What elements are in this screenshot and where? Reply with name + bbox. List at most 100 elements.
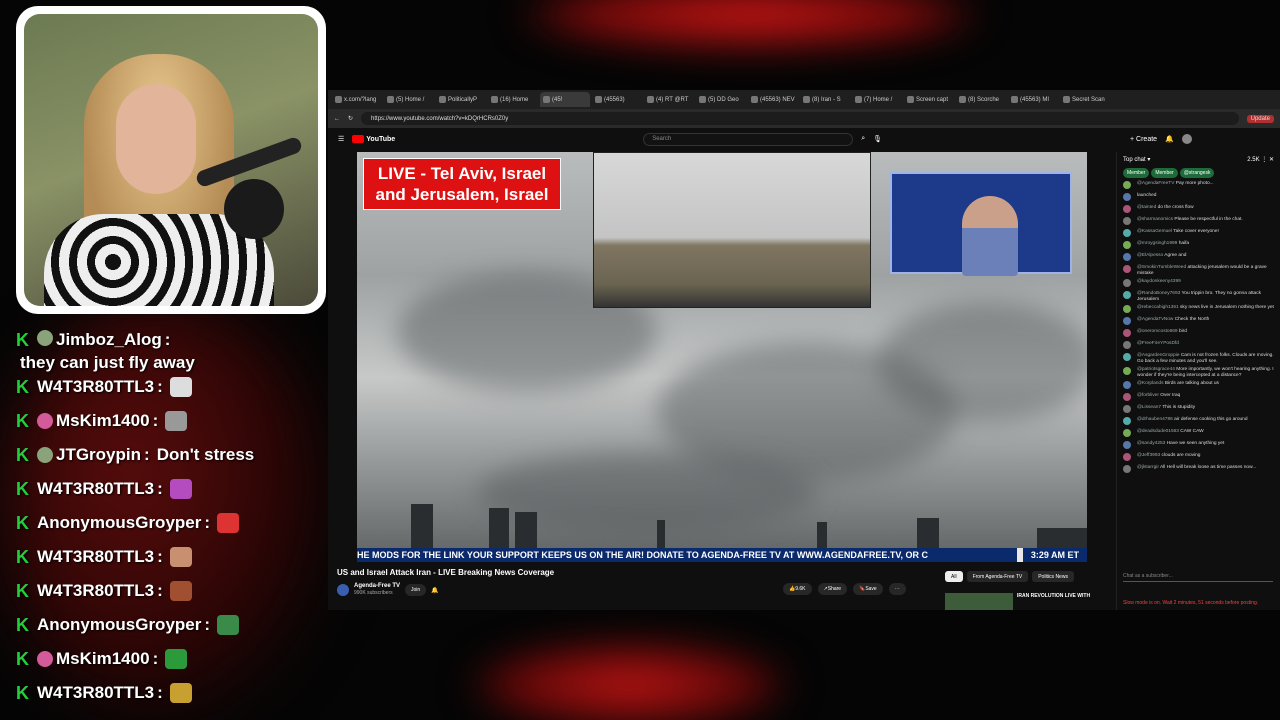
browser-tab[interactable]: (45563) NEV — [748, 92, 798, 107]
chat-author[interactable]: @tainted — [1137, 205, 1156, 210]
browser-tab[interactable]: Screen capt — [904, 92, 954, 107]
browser-tab[interactable]: x.com/?lang — [332, 92, 382, 107]
youtube-logo[interactable]: YouTube — [352, 135, 395, 143]
chat-username: W4T3R80TTL3 — [37, 547, 155, 566]
filter-chip[interactable]: From Agenda-Free TV — [966, 571, 1029, 582]
avatar[interactable] — [1181, 134, 1192, 144]
filter-chip[interactable]: Politics News — [1032, 571, 1074, 582]
browser-tab[interactable]: PoliticallyP — [436, 92, 486, 107]
browser-tab[interactable]: (8) Scorche — [956, 92, 1006, 107]
join-button[interactable]: Join — [405, 584, 427, 596]
chat-author[interactable]: @sandy4253 — [1137, 441, 1165, 446]
chat-author[interactable]: @deadsdude01563 — [1137, 429, 1179, 434]
chat-author[interactable]: @Korplands — [1137, 381, 1163, 386]
favicon-icon — [751, 96, 758, 103]
chat-text: sky news live in Jerusalem nothing there… — [1180, 305, 1274, 310]
reload-icon[interactable]: ↻ — [348, 115, 353, 122]
browser-tab[interactable]: (4) RT @RT — [644, 92, 694, 107]
chat-messages[interactable]: @AgendaFreeTV Pay more photo... launched… — [1117, 180, 1280, 476]
browser-tab[interactable]: (8) Iran - S — [800, 92, 850, 107]
browser-tab[interactable]: (45563) MI — [1008, 92, 1058, 107]
create-button[interactable]: + Create — [1130, 136, 1157, 143]
user-badge-icon — [37, 447, 53, 463]
video-player[interactable]: LIVE - Tel Aviv, Israel and Jerusalem, I… — [357, 152, 1087, 562]
browser-tab[interactable]: (45! — [540, 92, 590, 107]
search-input[interactable]: Search — [643, 132, 854, 146]
related-thumbnail[interactable] — [945, 593, 1013, 610]
chat-username: W4T3R80TTL3 — [37, 377, 155, 396]
browser-tab[interactable]: (16) Home — [488, 92, 538, 107]
chat-author[interactable]: @kaydonkeeny4399 — [1137, 279, 1181, 284]
live-chat-header: Top chat ▾ 2.5K ⋮ ✕ — [1123, 156, 1274, 163]
chat-author[interactable]: @AgendaTvNow — [1137, 317, 1173, 322]
stream-chat-line: K W4T3R80TTL3: — [16, 676, 326, 710]
channel-avatar[interactable] — [337, 584, 349, 596]
chat-author[interactable]: @Jeff3993 — [1137, 453, 1160, 458]
kick-icon: K — [16, 410, 29, 431]
chat-item: @KassaGemuel Take cover everyone! — [1117, 228, 1280, 240]
share-button[interactable]: ↗ Share — [817, 583, 848, 595]
search-icon[interactable]: ⌕ — [861, 135, 865, 143]
chat-author[interactable]: @oneromcosto669 — [1137, 329, 1178, 334]
red-glow-top — [520, 0, 980, 50]
chat-item: @jlstarrgir All Hell will break loose as… — [1117, 464, 1280, 476]
chat-author[interactable]: @sharmanomics — [1137, 217, 1173, 222]
chat-author[interactable]: @drhauben4786 — [1137, 417, 1173, 422]
notification-bell-icon[interactable]: 🔔 — [431, 587, 438, 594]
pinned-member-chip[interactable]: @strangesk — [1179, 168, 1215, 178]
more-actions-button[interactable]: ⋯ — [888, 583, 906, 595]
top-chat-dropdown[interactable]: Top chat ▾ — [1123, 156, 1150, 163]
close-chat-icon[interactable]: ✕ — [1269, 157, 1274, 163]
chat-avatar — [1123, 341, 1131, 349]
browser-tab[interactable]: (7) Home / — [852, 92, 902, 107]
chat-input[interactable]: Chat as a subscriber... — [1123, 570, 1273, 582]
save-button[interactable]: 🔖 Save — [853, 583, 883, 595]
like-button[interactable]: 👍 9.6K — [783, 583, 812, 595]
chat-author[interactable]: @FreeFireYPosDfd — [1137, 341, 1179, 346]
chat-text: Take cover everyone! — [1173, 229, 1219, 234]
mic-icon[interactable]: 🎙 — [873, 135, 882, 143]
chat-author[interactable]: @Lissean7 — [1137, 405, 1161, 410]
menu-icon[interactable]: ☰ — [338, 135, 344, 143]
chat-avatar — [1123, 305, 1131, 313]
tab-label: (45563) MI — [1020, 96, 1050, 103]
chat-author[interactable]: @mroygsingh1999 — [1137, 241, 1177, 246]
news-ticker: HE MODS FOR THE LINK YOUR SUPPORT KEEPS … — [357, 548, 1087, 562]
chat-avatar — [1123, 465, 1131, 473]
chat-author[interactable]: @ElAlpesso — [1137, 253, 1163, 258]
chat-author[interactable]: @RandoBoney7693 — [1137, 291, 1180, 296]
chat-text: clouds are moving — [1161, 453, 1201, 458]
tab-label: Screen capt — [916, 96, 949, 103]
kick-icon: K — [16, 682, 29, 703]
filter-chip[interactable]: All — [945, 571, 963, 582]
browser-tab[interactable]: (5) DD Geo — [696, 92, 746, 107]
kick-icon: K — [16, 376, 29, 397]
back-icon[interactable]: ← — [334, 116, 340, 122]
chat-avatar — [1123, 253, 1131, 261]
browser-tab[interactable]: Secret Scan — [1060, 92, 1110, 107]
chat-author[interactable]: @AsgardenGroppie — [1137, 353, 1179, 358]
ticker-text: HE MODS FOR THE LINK YOUR SUPPORT KEEPS … — [357, 550, 929, 560]
pinned-member-chip[interactable]: Member — [1123, 168, 1150, 178]
emote-icon — [169, 547, 192, 567]
pinned-member-chip[interactable]: Member — [1151, 168, 1178, 178]
chat-author[interactable]: @SmokinTumbleWeed — [1137, 265, 1186, 270]
chat-author[interactable]: @forbliver — [1137, 393, 1159, 398]
chat-author[interactable]: @KassaGemuel — [1137, 229, 1172, 234]
tab-label: (5) DD Geo — [708, 96, 739, 103]
related-video-item[interactable]: IRAN REVOLUTION LIVE WITH — [945, 593, 1095, 610]
chat-author[interactable]: @patriotsgrace44 — [1137, 367, 1175, 372]
bell-icon[interactable]: 🔔 — [1165, 135, 1174, 143]
channel-name[interactable]: Agenda-Free TV — [354, 583, 400, 589]
update-button[interactable]: Update — [1246, 114, 1274, 123]
url-field[interactable]: https://www.youtube.com/watch?v=kDQrHCRs… — [361, 112, 1239, 125]
chat-author[interactable]: @rebeccahigh1361 — [1137, 305, 1179, 310]
stream-chat-line: K W4T3R80TTL3: — [16, 574, 326, 608]
chat-author[interactable]: @AgendaFreeTV — [1137, 181, 1174, 186]
browser-tab[interactable]: (5) Home / — [384, 92, 434, 107]
chat-author[interactable]: @jlstarrgir — [1137, 465, 1159, 470]
chat-item: @kaydonkeeny4399 — [1117, 278, 1280, 290]
browser-tab[interactable]: (45563) — [592, 92, 642, 107]
related-title[interactable]: IRAN REVOLUTION LIVE WITH — [1017, 593, 1090, 610]
favicon-icon — [907, 96, 914, 103]
